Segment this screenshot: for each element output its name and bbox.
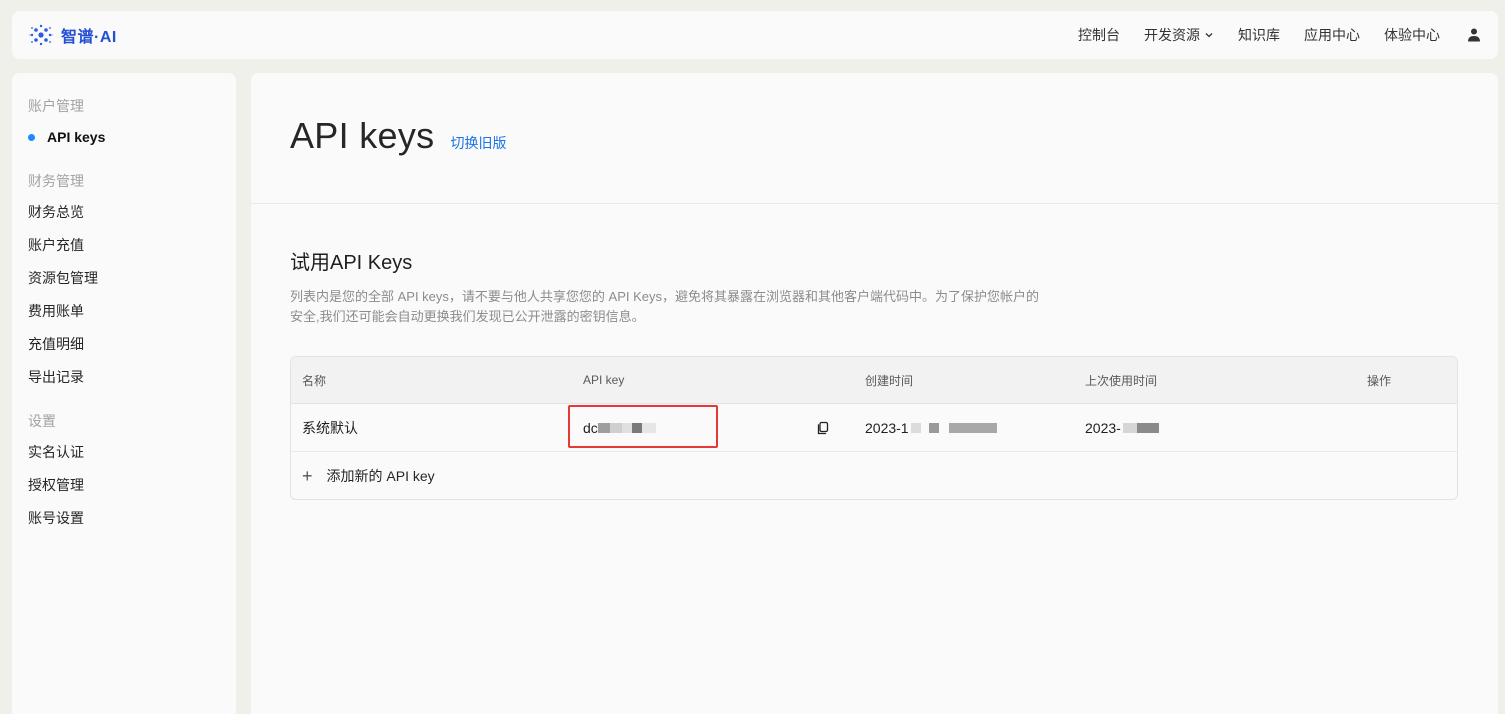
nav-dev-resources-label: 开发资源 bbox=[1144, 27, 1200, 43]
sidebar-item-export-records[interactable]: 导出记录 bbox=[12, 361, 236, 394]
plus-icon: + bbox=[302, 465, 313, 486]
key-value-cell: dc bbox=[572, 420, 854, 436]
col-last-used-header: 上次使用时间 bbox=[1085, 373, 1158, 388]
table-row: 系统默认 dc 2023-1 2023- bbox=[291, 404, 1457, 452]
created-time-cell: 2023-1 bbox=[854, 420, 1074, 436]
nav-dev-resources[interactable]: 开发资源 bbox=[1144, 25, 1214, 45]
col-created-header: 创建时间 bbox=[865, 373, 914, 388]
api-keys-section: 试用API Keys 列表内是您的全部 API keys，请不要与他人共享您您的… bbox=[251, 204, 1498, 500]
created-time-prefix: 2023-1 bbox=[865, 419, 909, 436]
main-panel: API keys 切换旧版 试用API Keys 列表内是您的全部 API ke… bbox=[251, 73, 1498, 714]
key-prefix: dc bbox=[583, 419, 598, 436]
last-used-cell: 2023- bbox=[1074, 420, 1356, 436]
table-header: 名称 API key 创建时间 上次使用时间 操作 bbox=[291, 357, 1457, 404]
user-icon[interactable] bbox=[1466, 27, 1482, 43]
brand[interactable]: 智谱·AI bbox=[28, 22, 117, 48]
col-actions-header: 操作 bbox=[1367, 373, 1392, 388]
col-key-header: API key bbox=[583, 373, 625, 387]
chevron-down-icon bbox=[1205, 33, 1213, 38]
sidebar-group-settings: 设置 bbox=[28, 413, 56, 429]
add-api-key-button[interactable]: + 添加新的 API key bbox=[291, 452, 1457, 499]
switch-old-version-link[interactable]: 切换旧版 bbox=[450, 133, 506, 153]
sidebar-group-account: 账户管理 bbox=[28, 98, 84, 114]
top-nav: 控制台 开发资源 知识库 应用中心 体验中心 bbox=[1078, 25, 1482, 45]
active-dot-icon bbox=[28, 134, 35, 141]
sidebar: 账户管理 API keys 财务管理 财务总览 账户充值 资源包管理 费用账单 … bbox=[12, 73, 236, 714]
brand-name: 智谱·AI bbox=[61, 29, 117, 46]
sidebar-item-account-settings[interactable]: 账号设置 bbox=[12, 502, 236, 535]
nav-app-center[interactable]: 应用中心 bbox=[1304, 25, 1360, 45]
nav-knowledge-base[interactable]: 知识库 bbox=[1238, 25, 1280, 45]
col-name-header: 名称 bbox=[302, 373, 327, 388]
page-title: API keys bbox=[290, 115, 435, 156]
sidebar-item-api-keys[interactable]: API keys bbox=[12, 121, 236, 154]
key-name-cell: 系统默认 bbox=[302, 419, 358, 436]
brand-logo-icon bbox=[29, 24, 53, 46]
sidebar-item-authorization[interactable]: 授权管理 bbox=[12, 469, 236, 502]
section-description: 列表内是您的全部 API keys，请不要与他人共享您您的 API Keys，避… bbox=[290, 289, 1039, 324]
sidebar-item-bills[interactable]: 费用账单 bbox=[12, 295, 236, 328]
copy-icon[interactable] bbox=[816, 421, 830, 435]
add-api-key-label: 添加新的 API key bbox=[326, 467, 435, 484]
top-bar: 智谱·AI 控制台 开发资源 知识库 应用中心 体验中心 bbox=[12, 11, 1498, 59]
page-header: API keys 切换旧版 bbox=[251, 73, 1498, 204]
sidebar-item-label: API keys bbox=[47, 129, 106, 145]
nav-console[interactable]: 控制台 bbox=[1078, 25, 1120, 45]
api-keys-table: 名称 API key 创建时间 上次使用时间 操作 系统默认 dc 2023-1… bbox=[290, 356, 1458, 500]
section-title: 试用API Keys bbox=[290, 252, 413, 274]
sidebar-item-recharge[interactable]: 账户充值 bbox=[12, 229, 236, 262]
sidebar-item-real-name[interactable]: 实名认证 bbox=[12, 436, 236, 469]
nav-experience-center[interactable]: 体验中心 bbox=[1384, 25, 1440, 45]
masked-key bbox=[597, 422, 656, 433]
last-used-prefix: 2023- bbox=[1085, 419, 1121, 436]
sidebar-group-finance: 财务管理 bbox=[28, 173, 84, 189]
sidebar-item-resource-packs[interactable]: 资源包管理 bbox=[12, 262, 236, 295]
sidebar-item-recharge-details[interactable]: 充值明细 bbox=[12, 328, 236, 361]
sidebar-item-finance-overview[interactable]: 财务总览 bbox=[12, 196, 236, 229]
